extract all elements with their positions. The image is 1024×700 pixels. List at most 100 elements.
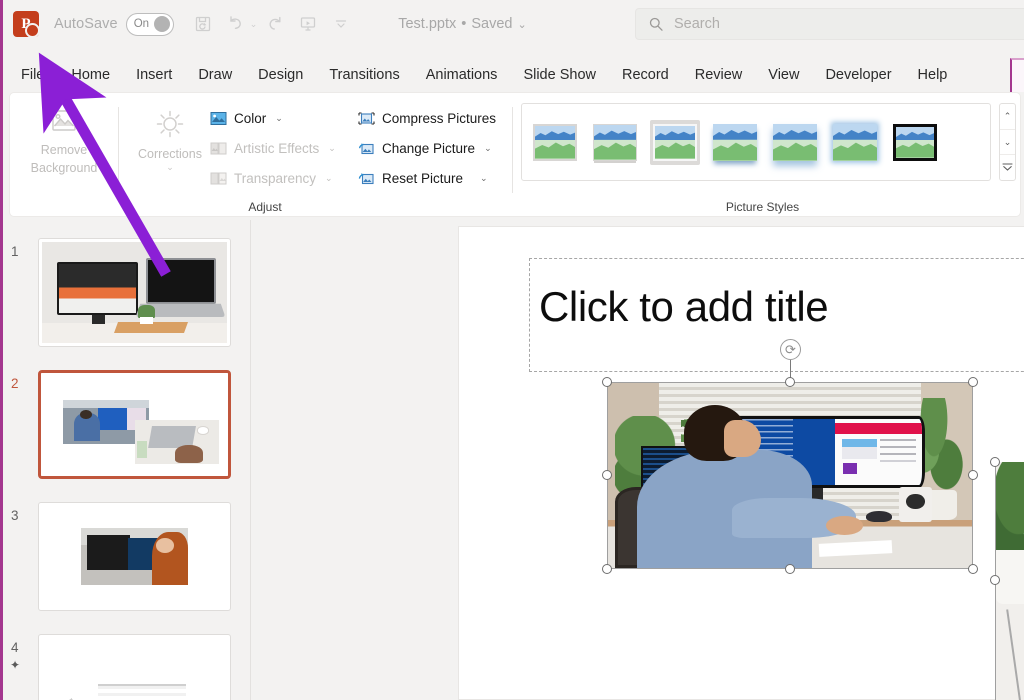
slide-number-2: 2 <box>11 376 19 391</box>
picture-style-6[interactable] <box>830 120 880 165</box>
slide-thumbnail-pane[interactable]: 1 2 <box>3 220 251 700</box>
tab-home[interactable]: Home <box>58 58 123 92</box>
remove-background-label-line1: Remove <box>41 143 88 157</box>
search-box[interactable]: Search <box>635 8 1024 40</box>
title-bar: P AutoSave On ⌄ <box>3 0 1024 48</box>
tab-insert[interactable]: Insert <box>123 58 185 92</box>
save-icon[interactable] <box>188 9 218 39</box>
quick-access-toolbar: ⌄ <box>188 9 357 39</box>
tab-view[interactable]: View <box>755 58 812 92</box>
save-status: Saved <box>471 16 512 32</box>
slide-thumbnail-3[interactable] <box>38 502 231 611</box>
tab-transitions[interactable]: Transitions <box>316 58 412 92</box>
transparency-button[interactable]: Transparency ⌄ <box>210 167 333 189</box>
gallery-scroll-up-icon[interactable]: ⌃ <box>1000 104 1015 130</box>
resize-handle-middle-left[interactable] <box>602 470 612 480</box>
reset-picture-chevron-down-icon[interactable]: ⌄ <box>480 173 488 184</box>
gallery-scroll-down-icon[interactable]: ⌄ <box>1000 130 1015 156</box>
change-picture-chevron-down-icon[interactable]: ⌄ <box>484 143 492 154</box>
group-label-adjust: Adjust <box>160 200 370 214</box>
tab-record[interactable]: Record <box>609 58 682 92</box>
ribbon-content: Remove Background Corrections ⌄ <box>9 92 1021 217</box>
artistic-effects-button[interactable]: Artistic Effects ⌄ <box>210 137 336 159</box>
undo-dropdown-chevron-icon[interactable]: ⌄ <box>250 19 258 30</box>
current-slide[interactable]: Click to add title ⟳ <box>458 226 1024 700</box>
reset-picture-button[interactable]: Reset Picture ⌄ <box>358 167 488 189</box>
tab-help[interactable]: Help <box>905 58 961 92</box>
resize-handle-bottom-center[interactable] <box>785 564 795 574</box>
remove-background-icon <box>47 107 81 139</box>
tab-file[interactable]: File <box>19 58 58 92</box>
compress-pictures-button[interactable]: Compress Pictures <box>358 107 496 129</box>
slide-thumbnail-1[interactable] <box>38 238 231 347</box>
start-presentation-icon[interactable] <box>293 9 323 39</box>
tab-picture-format-contextual[interactable] <box>1010 58 1024 92</box>
brightness-icon <box>151 107 189 143</box>
tab-draw[interactable]: Draw <box>185 58 245 92</box>
resize-handle-top-right[interactable] <box>968 377 978 387</box>
tab-review[interactable]: Review <box>682 58 756 92</box>
slide-thumbnail-4[interactable]: ◀) <box>38 634 231 700</box>
color-button[interactable]: Color ⌄ <box>210 107 283 129</box>
selected-picture[interactable] <box>607 382 973 569</box>
picture-style-4[interactable] <box>710 120 760 165</box>
picture-styles-gallery[interactable] <box>521 103 991 181</box>
color-picture-icon <box>210 110 227 127</box>
document-name: Test.pptx <box>398 16 456 32</box>
picture-style-5[interactable] <box>770 120 820 165</box>
title-placeholder[interactable]: Click to add title <box>529 258 1024 372</box>
redo-icon[interactable] <box>260 9 290 39</box>
slide-number-4: 4 <box>11 640 19 655</box>
artistic-effects-chevron-down-icon[interactable]: ⌄ <box>328 143 336 154</box>
autosave-toggle[interactable]: On <box>126 13 174 36</box>
slide-thumbnail-2-selected[interactable] <box>38 370 231 479</box>
tab-developer[interactable]: Developer <box>812 58 904 92</box>
title-placeholder-text: Click to add title <box>539 283 828 331</box>
gallery-scrollbar: ⌃ ⌄ <box>999 103 1016 181</box>
change-picture-label: Change Picture <box>382 141 475 156</box>
ribbon-group-adjust: Remove Background Corrections ⌄ <box>10 93 515 218</box>
picture-style-2[interactable] <box>590 120 640 165</box>
corrections-chevron-down-icon[interactable]: ⌄ <box>166 162 174 173</box>
change-picture-button[interactable]: Change Picture ⌄ <box>358 137 492 159</box>
slide-2-artwork <box>41 373 228 476</box>
resize-handle-top-center[interactable] <box>785 377 795 387</box>
resize-handle-bottom-left[interactable] <box>602 564 612 574</box>
slide-4-artwork: ◀) <box>42 638 227 700</box>
slide-number-3: 3 <box>11 508 19 523</box>
resize-handle-bottom-right[interactable] <box>968 564 978 574</box>
compress-pictures-label: Compress Pictures <box>382 111 496 126</box>
powerpoint-logo-icon: P <box>13 11 39 37</box>
remove-background-button[interactable]: Remove Background <box>16 107 112 175</box>
corrections-label: Corrections <box>138 147 202 161</box>
color-chevron-down-icon[interactable]: ⌄ <box>275 113 283 124</box>
tab-animations[interactable]: Animations <box>413 58 511 92</box>
slide-editing-stage: Click to add title ⟳ <box>251 220 1024 700</box>
group-label-picture-styles: Picture Styles <box>515 200 1010 214</box>
tab-design[interactable]: Design <box>245 58 316 92</box>
second-picture-handle-top-left[interactable] <box>990 457 1000 467</box>
customize-quick-access-toolbar-icon[interactable] <box>326 9 356 39</box>
logo-letter: P <box>21 16 30 33</box>
picture-style-7-selected[interactable] <box>890 120 940 165</box>
corrections-button[interactable]: Corrections ⌄ <box>122 107 218 173</box>
gallery-more-icon[interactable] <box>1000 155 1015 180</box>
title-separator: • <box>461 16 466 32</box>
change-picture-icon <box>358 140 375 157</box>
search-icon <box>648 16 664 32</box>
slide-number-1: 1 <box>11 244 19 259</box>
resize-handle-middle-right[interactable] <box>968 470 978 480</box>
rotate-handle[interactable]: ⟳ <box>780 339 801 360</box>
transparency-label: Transparency <box>234 171 316 186</box>
artistic-effects-label: Artistic Effects <box>234 141 319 156</box>
resize-handle-top-left[interactable] <box>602 377 612 387</box>
picture-style-1[interactable] <box>530 120 580 165</box>
search-placeholder: Search <box>674 16 720 32</box>
picture-style-3[interactable] <box>650 120 700 165</box>
transparency-chevron-down-icon[interactable]: ⌄ <box>325 173 333 184</box>
document-menu-chevron-icon[interactable]: ⌄ <box>517 18 526 31</box>
undo-icon[interactable] <box>221 9 251 39</box>
document-title-area[interactable]: Test.pptx • Saved ⌄ <box>398 16 526 32</box>
tab-slide-show[interactable]: Slide Show <box>510 58 609 92</box>
second-picture-handle-middle-left[interactable] <box>990 575 1000 585</box>
